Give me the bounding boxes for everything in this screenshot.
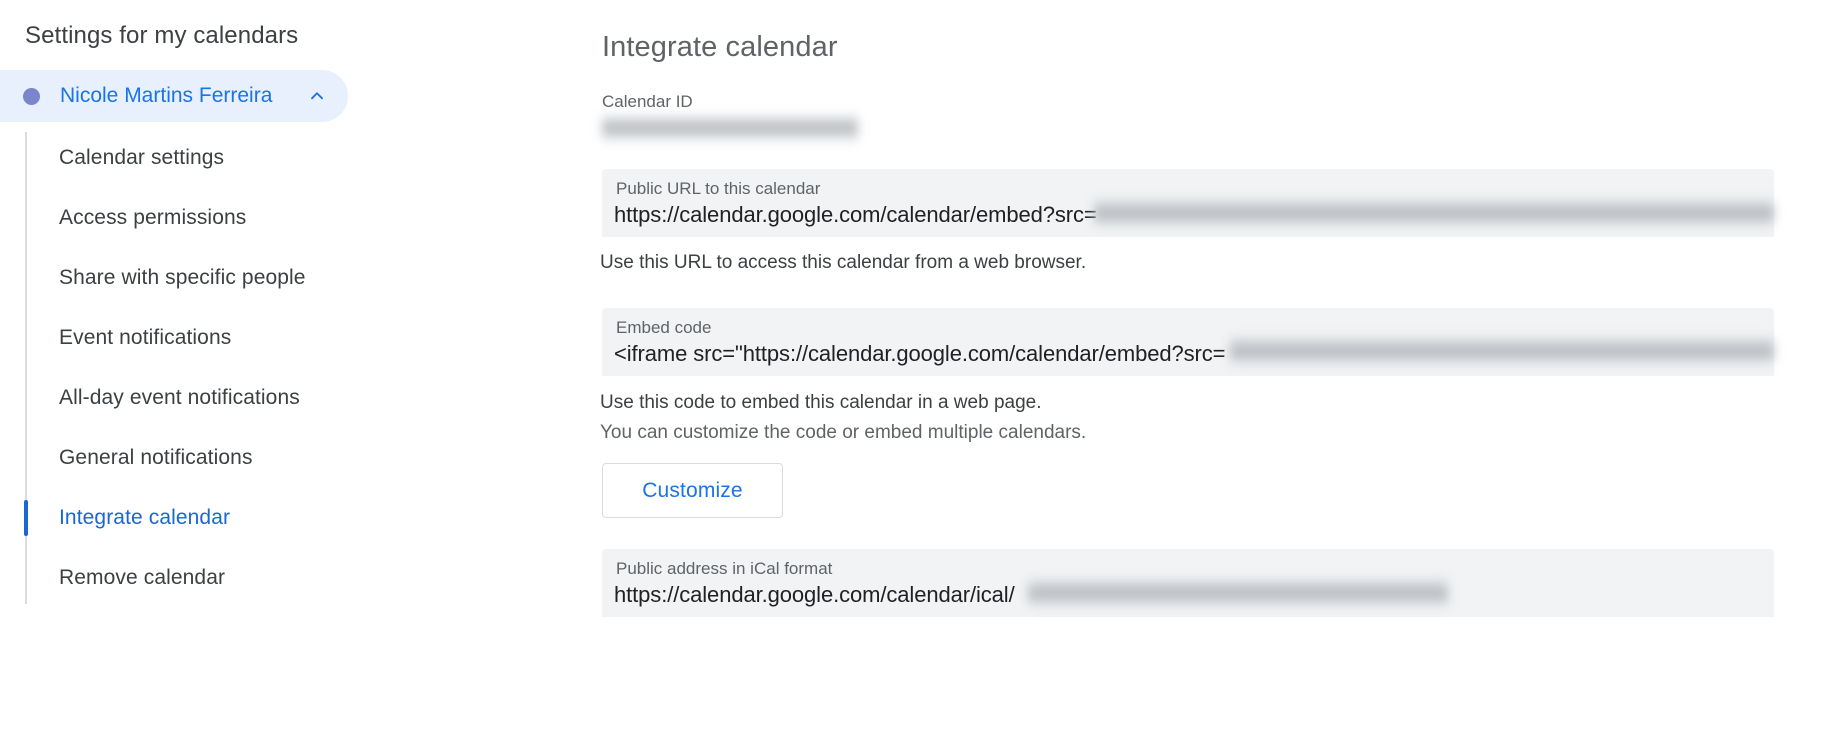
settings-sidebar: Settings for my calendars Nicole Martins…	[0, 0, 600, 729]
embed-code-label: Embed code	[616, 318, 711, 338]
calendar-color-dot	[23, 88, 40, 105]
embed-code-helper-secondary: You can customize the code or embed mult…	[600, 422, 1086, 444]
calendar-name-label: Nicole Martins Ferreira	[60, 84, 272, 108]
public-url-helper-text: Use this URL to access this calendar fro…	[600, 252, 1086, 274]
page-title: Integrate calendar	[602, 31, 838, 64]
calendar-id-field[interactable]: Calendar ID	[602, 92, 862, 138]
sidebar-item-all-day-event-notifications[interactable]: All-day event notifications	[0, 368, 600, 428]
calendar-id-value	[602, 112, 862, 138]
sidebar-calendar-group-nicole-martins-ferreira[interactable]: Nicole Martins Ferreira	[0, 70, 348, 122]
ical-url-value: https://calendar.google.com/calendar/ica…	[614, 582, 1015, 608]
public-url-field[interactable]: Public URL to this calendar https://cale…	[602, 169, 1774, 237]
sidebar-item-label: General notifications	[59, 446, 253, 470]
sidebar-item-calendar-settings[interactable]: Calendar settings	[0, 128, 600, 188]
settings-page: Settings for my calendars Nicole Martins…	[0, 0, 1824, 729]
public-url-value: https://calendar.google.com/calendar/emb…	[614, 202, 1097, 228]
sidebar-title: Settings for my calendars	[25, 22, 298, 50]
sidebar-item-event-notifications[interactable]: Event notifications	[0, 308, 600, 368]
sidebar-item-access-permissions[interactable]: Access permissions	[0, 188, 600, 248]
calendar-id-label: Calendar ID	[602, 92, 862, 112]
integrate-calendar-panel: Integrate calendar Calendar ID Public UR…	[600, 0, 1824, 729]
customize-button[interactable]: Customize	[602, 463, 783, 518]
sidebar-item-label: Share with specific people	[59, 266, 306, 290]
sidebar-subnav: Calendar settings Access permissions Sha…	[0, 128, 600, 608]
embed-code-field[interactable]: Embed code <iframe src="https://calendar…	[602, 308, 1774, 376]
chevron-up-icon[interactable]	[306, 85, 328, 107]
embed-code-value: <iframe src="https://calendar.google.com…	[614, 341, 1225, 367]
sidebar-item-general-notifications[interactable]: General notifications	[0, 428, 600, 488]
sidebar-item-label: Remove calendar	[59, 566, 225, 590]
embed-code-helper-primary: Use this code to embed this calendar in …	[600, 392, 1042, 414]
sidebar-item-label: Integrate calendar	[59, 506, 230, 530]
sidebar-item-label: Event notifications	[59, 326, 231, 350]
ical-url-field[interactable]: Public address in iCal format https://ca…	[602, 549, 1774, 617]
sidebar-item-remove-calendar[interactable]: Remove calendar	[0, 548, 600, 608]
ical-url-label: Public address in iCal format	[616, 559, 832, 579]
sidebar-item-label: All-day event notifications	[59, 386, 300, 410]
sidebar-item-integrate-calendar[interactable]: Integrate calendar	[0, 488, 600, 548]
public-url-label: Public URL to this calendar	[616, 179, 820, 199]
sidebar-item-label: Access permissions	[59, 206, 246, 230]
sidebar-item-share-with-specific-people[interactable]: Share with specific people	[0, 248, 600, 308]
sidebar-item-label: Calendar settings	[59, 146, 224, 170]
